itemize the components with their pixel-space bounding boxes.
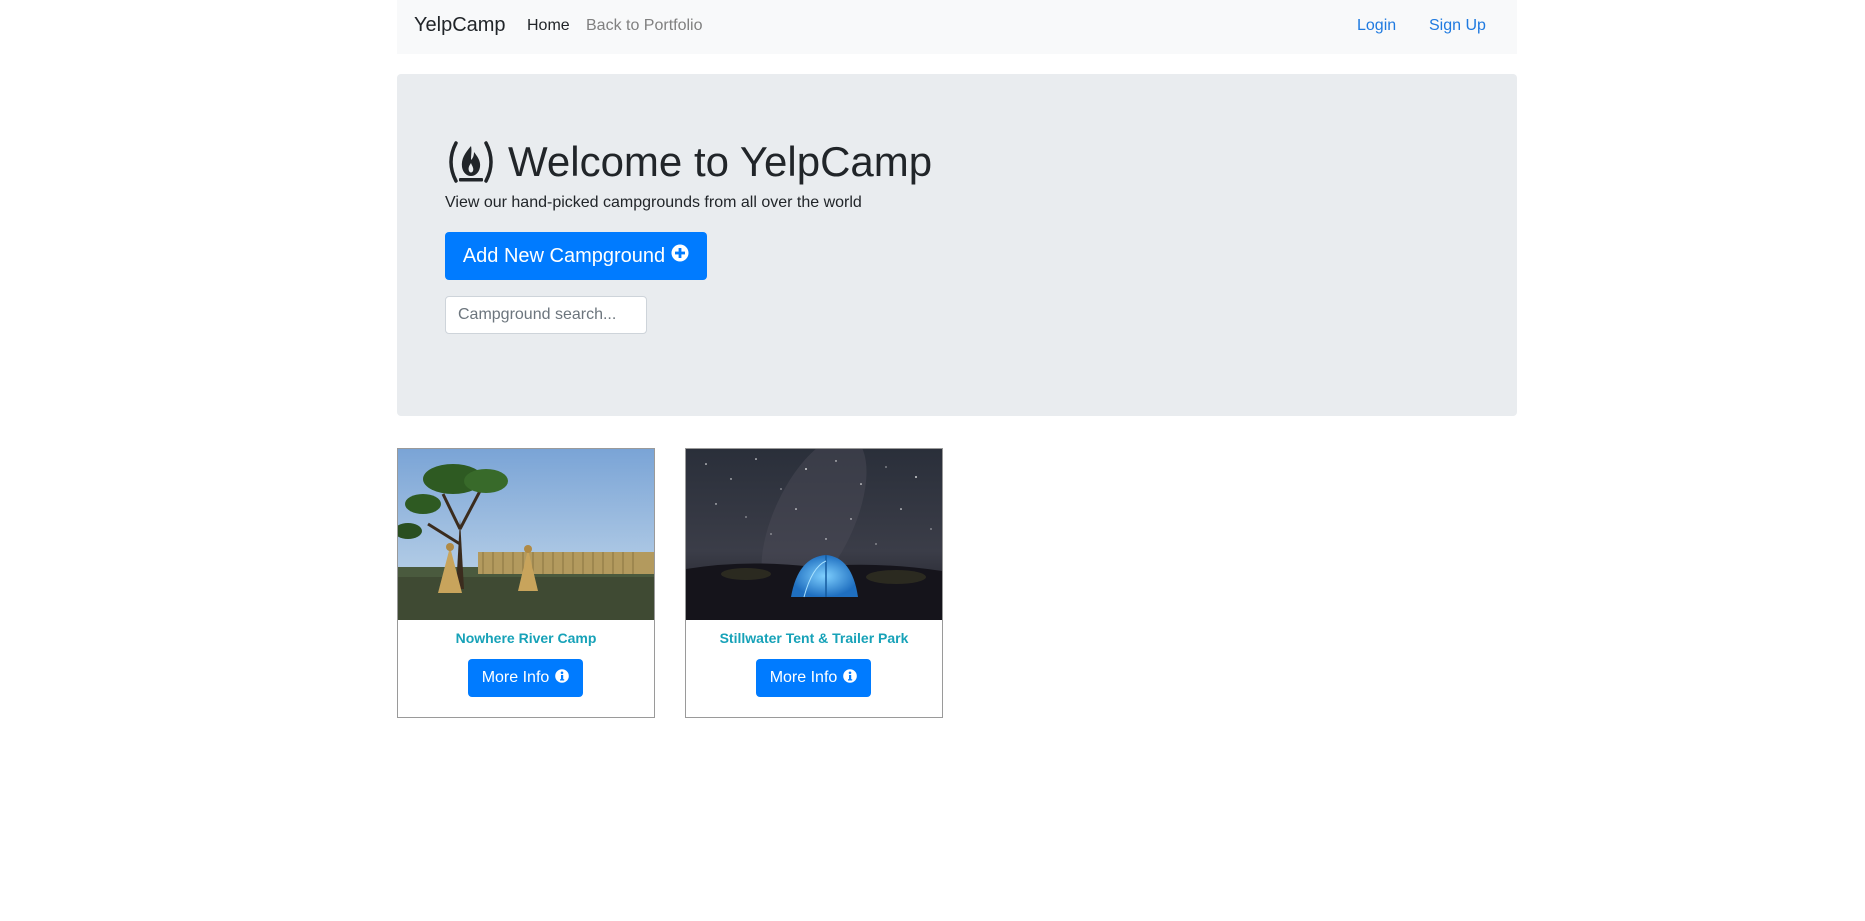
nav-portfolio-link[interactable]: Back to Portfolio (586, 17, 703, 35)
more-info-label: More Info (769, 669, 838, 686)
brand-link[interactable]: YelpCamp (414, 14, 506, 37)
add-campground-button[interactable]: Add New Campground (445, 232, 707, 280)
page-title: Welcome to YelpCamp (444, 138, 932, 186)
more-info-button[interactable]: More Info (756, 659, 871, 697)
campground-card: Nowhere River Camp More Info (397, 448, 655, 718)
campground-card: Stillwater Tent & Trailer Park More Info (685, 448, 943, 718)
nav-signup-link[interactable]: Sign Up (1429, 17, 1486, 35)
jumbotron: Welcome to YelpCamp View our hand-picked… (397, 74, 1517, 416)
campground-search-input[interactable] (445, 296, 647, 334)
page-subtitle: View our hand-picked campgrounds from al… (445, 194, 862, 211)
page-title-text: Welcome to YelpCamp (508, 138, 933, 185)
info-circle-icon (555, 668, 570, 688)
info-circle-icon (843, 668, 858, 688)
campground-title[interactable]: Stillwater Tent & Trailer Park (686, 630, 942, 646)
nav-login-link[interactable]: Login (1357, 17, 1396, 35)
campground-image[interactable] (398, 449, 654, 620)
navbar: YelpCamp Home Back to Portfolio Login Si… (397, 0, 1517, 54)
nav-home-link[interactable]: Home (527, 17, 570, 35)
campground-title[interactable]: Nowhere River Camp (398, 630, 654, 646)
campfire-icon (444, 139, 498, 185)
more-info-button[interactable]: More Info (468, 659, 583, 697)
campground-image[interactable] (686, 449, 942, 620)
add-campground-label: Add New Campground (462, 244, 666, 267)
plus-circle-icon (671, 244, 689, 268)
more-info-label: More Info (481, 669, 550, 686)
